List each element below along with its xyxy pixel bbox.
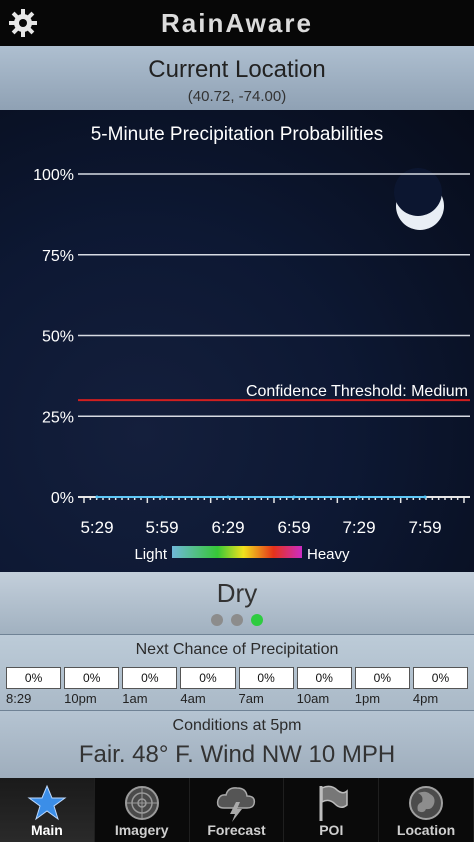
- precip-chance-time: 10pm: [64, 691, 97, 706]
- y-tick-label: 50%: [42, 329, 74, 346]
- precip-chance-cell: 0%: [354, 667, 410, 689]
- precip-chance-time: 8:29: [6, 691, 32, 706]
- conditions-value: Fair. 48° F. Wind NW 10 MPH: [78, 741, 396, 768]
- precipitation-chart: 5-Minute Precipitation Probabilities 100%…: [0, 110, 474, 572]
- precip-chance-cell: 0%: [296, 667, 352, 689]
- precip-probability-point: [292, 495, 296, 499]
- star-icon: [27, 784, 67, 821]
- location-title: Current Location: [148, 56, 326, 83]
- x-tick-label: 6:59: [277, 518, 310, 537]
- next-chance-times: 8:29 10pm 1am 4am 7am 10am 1pm 4pm: [6, 691, 468, 709]
- x-tick-label: 5:29: [80, 518, 113, 537]
- precip-chance-time: 1am: [122, 691, 148, 706]
- page-indicator[interactable]: [0, 614, 474, 626]
- precip-chance-time: 4pm: [412, 691, 439, 706]
- precip-probability-point: [423, 495, 427, 499]
- tab-label: Forecast: [207, 822, 266, 838]
- precip-probability-point: [226, 495, 230, 499]
- precip-chance-cell: 0%: [64, 667, 120, 689]
- page-dot[interactable]: [251, 614, 263, 626]
- precip-chance-cell: 0%: [6, 667, 62, 689]
- tab-label: Location: [396, 822, 456, 838]
- chart-title: 5-Minute Precipitation Probabilities: [91, 124, 384, 145]
- radar-icon: [124, 786, 159, 820]
- precip-chance-cell: 0%: [412, 667, 468, 689]
- x-tick-label: 5:59: [145, 518, 178, 537]
- bottom-nav: Main Imagery Forecast POI Location: [0, 778, 474, 842]
- app-title: RainAware: [161, 8, 313, 38]
- precip-probability-point: [357, 495, 361, 499]
- x-tick-label: 6:29: [211, 518, 244, 537]
- next-chance-heading: Next Chance of Precipitation: [135, 641, 339, 658]
- app-header: RainAware: [0, 0, 474, 46]
- precip-chance-time: 1pm: [354, 691, 381, 706]
- confidence-threshold-label: Confidence Threshold: Medium: [246, 383, 468, 400]
- precip-status: Dry: [216, 578, 258, 608]
- tab-location[interactable]: Location: [379, 778, 474, 842]
- y-tick-label: 25%: [42, 409, 74, 426]
- next-chance-panel: Next Chance of Precipitation 0% 0% 0% 0% 0% 0…: [0, 634, 474, 711]
- globe-icon: [409, 786, 444, 820]
- precip-probability-point: [160, 495, 164, 499]
- location-coords: (40.72, -74.00): [187, 88, 287, 105]
- tab-imagery[interactable]: Imagery: [95, 778, 190, 842]
- x-tick-label: 7:59: [408, 518, 441, 537]
- precip-chance-cell: 0%: [180, 667, 236, 689]
- moon-icon: [394, 168, 444, 230]
- x-tick-label: 7:29: [342, 518, 375, 537]
- tab-label: Main: [30, 822, 63, 838]
- tab-main[interactable]: Main: [0, 778, 95, 842]
- conditions-label: Conditions at 5pm: [172, 717, 302, 734]
- legend-light-label: Light: [134, 546, 167, 563]
- precip-chance-cell: 0%: [122, 667, 178, 689]
- precip-chance-cell: 0%: [238, 667, 294, 689]
- legend-heavy-label: Heavy: [307, 546, 350, 563]
- flag-icon: [319, 785, 349, 821]
- intensity-legend-bar: [172, 546, 302, 558]
- tab-label: POI: [319, 822, 344, 838]
- precip-chance-time: 4am: [180, 691, 206, 706]
- precip-probability-point: [95, 495, 99, 499]
- y-tick-label: 0%: [51, 490, 74, 507]
- precip-chance-time: 10am: [296, 691, 330, 706]
- storm-cloud-icon: [217, 787, 256, 822]
- precip-status-panel: Dry: [0, 572, 474, 634]
- tab-poi[interactable]: POI: [284, 778, 380, 842]
- chart-svg: 5-Minute Precipitation Probabilities 100%…: [33, 124, 470, 563]
- tab-label: Imagery: [114, 822, 169, 838]
- precip-chance-time: 7am: [238, 691, 264, 706]
- y-tick-label: 100%: [33, 167, 74, 184]
- conditions-panel: Conditions at 5pm Fair. 48° F. Wind NW 1…: [0, 710, 474, 779]
- next-chance-cells: 0% 0% 0% 0% 0% 0% 0% 0%: [6, 667, 468, 689]
- tab-forecast[interactable]: Forecast: [190, 778, 285, 842]
- location-panel: Current Location (40.72, -74.00): [0, 46, 474, 110]
- page-dot[interactable]: [231, 614, 243, 626]
- page-dot[interactable]: [211, 614, 223, 626]
- y-tick-label: 75%: [42, 248, 74, 265]
